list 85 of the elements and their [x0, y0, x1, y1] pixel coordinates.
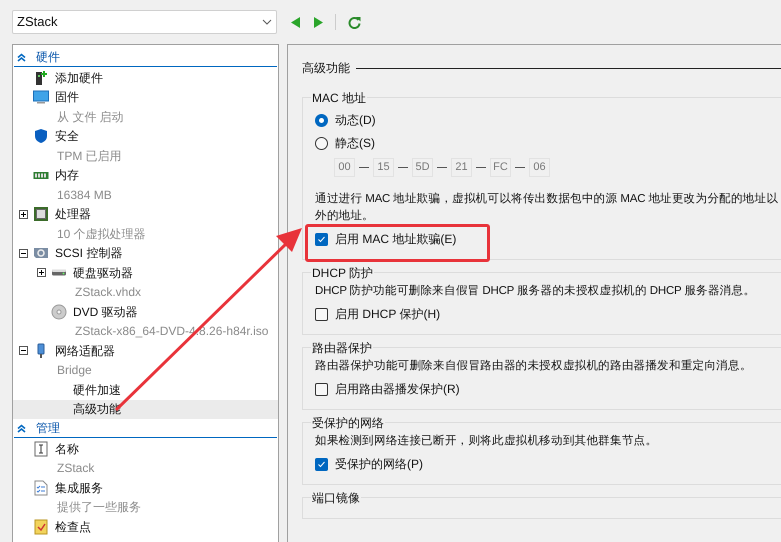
section-header[interactable]: 硬件 [14, 48, 277, 67]
panel-title: 高级功能 [302, 60, 350, 77]
check-icon [317, 234, 326, 244]
sidebar-item[interactable]: 网络适配器 [13, 341, 278, 360]
group-title: 路由器保护 [311, 339, 373, 357]
group-title: 端口镜像 [311, 489, 361, 507]
item-detail: ZStack [57, 460, 94, 478]
sidebar-item[interactable]: 添加硬件 [13, 68, 278, 88]
item-detail: ZStack.vhdx [75, 284, 142, 302]
back-icon[interactable] [291, 16, 301, 28]
item-label: 处理器 [55, 206, 91, 224]
group-title: DHCP 防护 [311, 264, 374, 282]
vm-dropdown[interactable]: ZStack [12, 10, 277, 34]
expand-toggle[interactable] [36, 268, 46, 278]
collapse-icon [17, 424, 26, 432]
item-label: 固件 [55, 89, 79, 106]
sidebar-item[interactable]: 处理器 [13, 204, 278, 224]
checkbox[interactable] [315, 232, 328, 246]
item-label: 名称 [55, 440, 79, 458]
item-label: 检查点 [55, 518, 91, 536]
checkbox[interactable] [315, 382, 328, 396]
forward-icon[interactable] [313, 16, 323, 28]
disc-icon [51, 304, 67, 320]
processor-icon [33, 206, 49, 222]
chevron-down-icon [262, 19, 272, 25]
group-title: 受保护的网络 [311, 414, 385, 432]
collapse-toggle[interactable] [18, 346, 28, 356]
sidebar-item[interactable]: 固件 [13, 88, 278, 107]
section-header[interactable]: 管理 [14, 419, 277, 438]
group-description: 通过进行 MAC 地址欺骗，虚拟机可以将传出数据包中的源 MAC 地址更改为分配的地址以外的地址。 [315, 192, 780, 224]
checkbox-label: 启用 MAC 地址欺骗(E) [335, 231, 456, 248]
item-label: 硬件加速 [73, 382, 121, 399]
group-description: 如果检测到网络连接已断开，则将此虚拟机移动到其他群集节点。 [315, 434, 658, 449]
item-label: 硬盘驱动器 [73, 264, 133, 282]
sidebar-item[interactable]: 集成服务 [13, 478, 278, 498]
text-cursor-icon [33, 440, 49, 457]
sidebar-item[interactable]: 硬盘驱动器 [13, 263, 278, 282]
mac-octet-field[interactable]: 00 [334, 158, 355, 177]
item-label: 添加硬件 [55, 70, 103, 87]
sidebar-item[interactable]: DVD 驱动器 [13, 302, 278, 322]
item-label: DVD 驱动器 [73, 304, 138, 321]
item-detail: 提供了一些服务 [57, 499, 141, 516]
item-detail: 从 文件 启动 [57, 108, 124, 126]
checklist-document-icon [33, 480, 49, 496]
shield-icon [33, 128, 49, 144]
sidebar-item[interactable]: 安全 [13, 126, 278, 146]
item-label: 网络适配器 [55, 342, 115, 360]
checkbox[interactable] [315, 458, 328, 470]
sidebar-item[interactable]: SCSI 控制器 [13, 244, 278, 263]
item-label: 内存 [55, 167, 79, 184]
mac-octet-field[interactable]: 21 [451, 158, 472, 177]
mac-octet-field[interactable]: FC [490, 158, 511, 177]
mac-octet-field[interactable]: 15 [373, 158, 394, 177]
radio-label: 静态(S) [335, 135, 375, 152]
item-label: SCSI 控制器 [55, 245, 122, 262]
item-label: 安全 [55, 128, 79, 146]
refresh-icon[interactable] [348, 16, 361, 28]
radio-label: 动态(D) [335, 112, 376, 129]
expand-toggle[interactable] [18, 210, 28, 219]
checkbox[interactable] [315, 308, 328, 320]
check-icon [317, 460, 326, 468]
checkbox-label: 受保护的网络(P) [335, 456, 423, 473]
group-description: DHCP 防护功能可删除来自假冒 DHCP 服务器的未授权虚拟机的 DHCP 服务器消息。 [315, 283, 756, 299]
mac-octet-field[interactable]: 5D [412, 158, 433, 177]
sidebar-item[interactable]: 检查点 [13, 517, 278, 536]
checkpoint-icon [33, 518, 49, 535]
sidebar-item[interactable]: 内存 [13, 166, 278, 185]
hard-drive-icon [51, 269, 67, 276]
collapse-icon [17, 52, 26, 62]
item-detail: 10 个虚拟处理器 [57, 226, 146, 243]
item-label: 集成服务 [55, 480, 103, 497]
item-detail: TPM 已启用 [57, 148, 122, 165]
checkbox-label: 启用路由器播发保护(R) [335, 381, 460, 398]
checkbox-label: 启用 DHCP 保护(H) [335, 306, 440, 323]
group-description: 路由器保护功能可删除来自假冒路由器的未授权虚拟机的路由器播发和重定向消息。 [315, 358, 753, 374]
radio-button[interactable] [315, 136, 328, 150]
sidebar-item[interactable]: 名称 [13, 439, 278, 458]
mac-octet-field[interactable]: 06 [529, 158, 550, 177]
collapse-toggle[interactable] [18, 248, 28, 258]
monitor-icon [33, 89, 49, 106]
add-hardware-icon [33, 70, 49, 86]
item-detail: Bridge [57, 362, 92, 380]
item-detail: 16384 MB [57, 186, 112, 204]
sidebar-item[interactable]: 硬件加速 [13, 380, 278, 400]
radio-button[interactable] [315, 114, 328, 126]
